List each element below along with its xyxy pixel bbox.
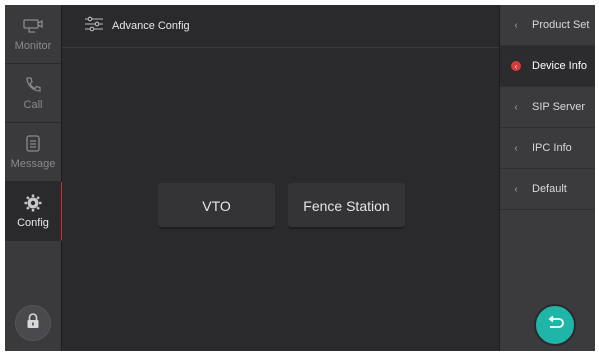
- topbar: Advance Config: [62, 5, 499, 48]
- phone-icon: [23, 75, 43, 95]
- menu-item-ipc-info[interactable]: ‹ IPC Info: [500, 128, 595, 169]
- nav-item-message[interactable]: Message: [5, 123, 61, 182]
- page-title: Advance Config: [112, 20, 190, 32]
- menu-item-product-set[interactable]: ‹ Product Set: [500, 5, 595, 46]
- nav-label-config: Config: [17, 217, 49, 229]
- nav-item-monitor[interactable]: Monitor: [5, 5, 61, 64]
- nav-label-call: Call: [23, 99, 43, 111]
- device-screen: Monitor Call Message Config Advance Conf…: [5, 5, 595, 351]
- vto-button[interactable]: VTO: [158, 183, 275, 229]
- message-icon: [23, 134, 43, 154]
- lock-icon: [26, 312, 40, 334]
- lock-button[interactable]: [15, 305, 51, 341]
- sliders-icon: [84, 16, 104, 36]
- menu-label-device-info: Device Info: [532, 60, 588, 72]
- menu-item-device-info[interactable]: ‹ Device Info: [500, 46, 595, 87]
- nav-label-monitor: Monitor: [14, 40, 52, 52]
- main-content: Advance Config VTO Fence Station: [62, 5, 499, 351]
- chevron-left-icon: ‹: [514, 19, 518, 31]
- camera-icon: [23, 16, 43, 36]
- right-panel: ‹ Product Set ‹ Device Info ‹ SIP Server…: [499, 5, 595, 351]
- menu-label-default: Default: [532, 183, 567, 195]
- menu-label-ipc-info: IPC Info: [532, 142, 572, 154]
- nav-item-config[interactable]: Config: [5, 182, 63, 241]
- gear-icon: [23, 193, 43, 213]
- back-arrow-icon: [546, 315, 564, 336]
- menu-item-default[interactable]: ‹ Default: [500, 169, 595, 210]
- menu-item-sip-server[interactable]: ‹ SIP Server: [500, 87, 595, 128]
- chevron-left-icon: ‹: [514, 101, 518, 113]
- chevron-left-icon: ‹: [514, 142, 518, 154]
- nav-item-call[interactable]: Call: [5, 64, 61, 123]
- back-button[interactable]: [534, 304, 576, 346]
- nav-label-message: Message: [10, 158, 56, 170]
- chevron-left-icon: ‹: [514, 183, 518, 195]
- fence-station-button[interactable]: Fence Station: [288, 183, 405, 229]
- active-dot-icon: ‹: [508, 61, 524, 71]
- menu-label-product-set: Product Set: [532, 19, 590, 31]
- menu-label-sip-server: SIP Server: [532, 101, 585, 113]
- left-nav: Monitor Call Message Config: [5, 5, 63, 351]
